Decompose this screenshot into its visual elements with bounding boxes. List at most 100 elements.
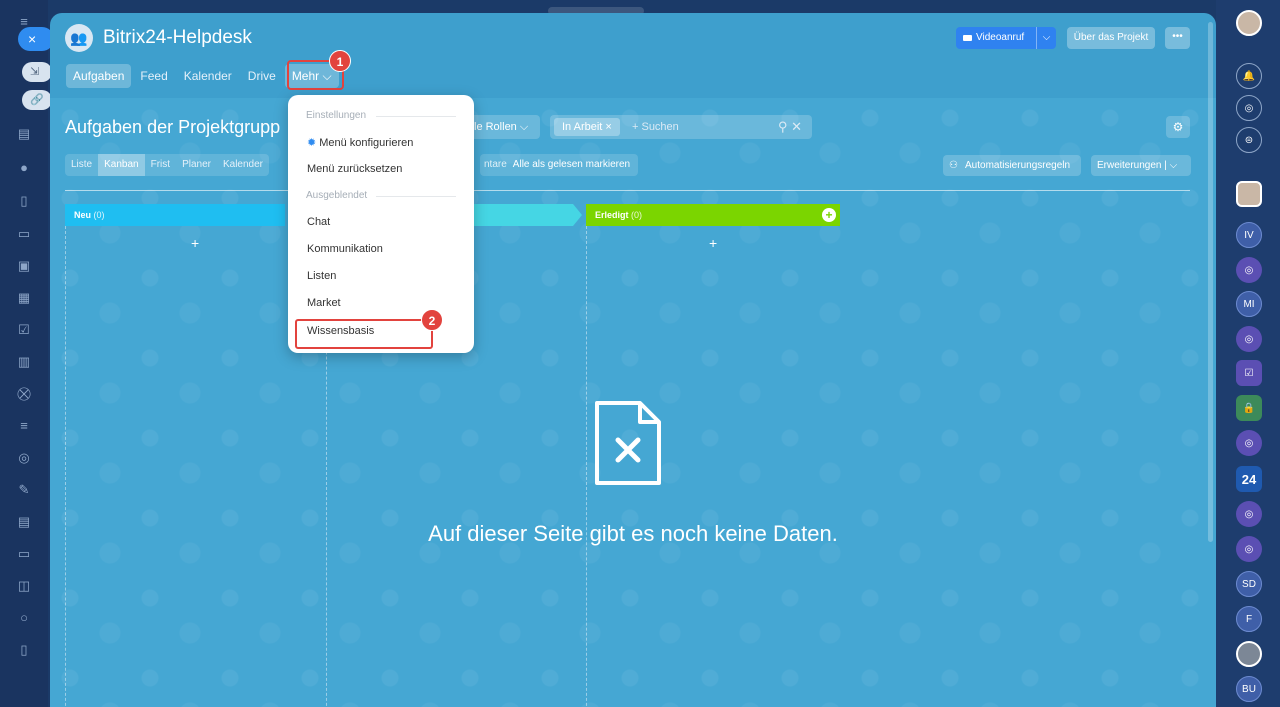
menu-item-listen[interactable]: Listen	[307, 270, 336, 282]
search-placeholder: + Suchen	[632, 121, 679, 133]
add-task-icon[interactable]: +	[709, 235, 717, 251]
menu-configure-label: Menü konfigurieren	[319, 137, 414, 149]
chat-group-icon[interactable]: ◎	[1236, 430, 1262, 456]
right-sidebar: 🔔 ◎ ⊜ IV ◎ MI ◎ ☑ 🔒 ◎ 24 ◎ ◎ SD F BU	[1216, 0, 1280, 707]
kanban-column-erledigt[interactable]: Erledigt (0) +	[586, 204, 840, 226]
automation-rules-button[interactable]: ⚇ Automatisierungsregeln	[943, 155, 1081, 176]
drive-icon[interactable]: ▭	[16, 226, 32, 242]
menu-item-chat[interactable]: Chat	[307, 216, 330, 228]
chat-avatar-iv[interactable]: IV	[1236, 222, 1262, 248]
funnel-icon[interactable]: ≡	[16, 418, 32, 434]
video-call-button[interactable]: Videoanruf ⌵	[956, 27, 1056, 49]
tab-drive[interactable]: Drive	[241, 64, 283, 88]
chat-group-icon[interactable]: ◎	[1236, 257, 1262, 283]
column-divider	[65, 226, 66, 707]
chat-group-icon[interactable]: ◎	[1236, 501, 1262, 527]
chart-icon[interactable]: ▥	[16, 354, 32, 370]
circle-icon[interactable]: ○	[16, 610, 32, 626]
empty-document-icon	[595, 401, 661, 485]
screen-icon[interactable]: ▣	[16, 258, 32, 274]
settings-gear-icon[interactable]: ⚙	[1166, 116, 1190, 138]
tab-feed[interactable]: Feed	[133, 64, 174, 88]
extensions-button[interactable]: Erweiterungen | ⌵	[1091, 155, 1191, 176]
search-input[interactable]: In Arbeit × + Suchen ⚲ ✕	[550, 115, 812, 139]
chat-avatar-mi[interactable]: MI	[1236, 291, 1262, 317]
chat-group-icon[interactable]: ◎	[1236, 536, 1262, 562]
view-liste[interactable]: Liste	[65, 154, 98, 176]
gear-icon: ✹	[307, 137, 317, 149]
lock-icon[interactable]: 🔒	[1236, 395, 1262, 421]
monitor-icon[interactable]: ▭	[16, 546, 32, 562]
bitrix24-icon[interactable]: 24	[1236, 466, 1262, 492]
group-icon[interactable]: ●	[16, 160, 32, 176]
chat-avatar-active[interactable]	[1236, 181, 1262, 207]
kanban-column-in-progress[interactable]	[470, 204, 582, 226]
callout-highlight-wissensbasis	[295, 319, 433, 349]
view-switcher: Liste Kanban Frist Planer Kalender	[65, 154, 269, 176]
more-options-button[interactable]: •••	[1165, 27, 1190, 49]
kanban-column-neu[interactable]: Neu (0)	[65, 204, 285, 226]
chat-group-icon[interactable]: ◎	[1236, 326, 1262, 352]
calendar-icon[interactable]: ▦	[16, 290, 32, 306]
callout-badge-1: 1	[329, 50, 351, 72]
chat-avatar-f[interactable]: F	[1236, 606, 1262, 632]
separator	[376, 196, 456, 197]
group-avatar-icon: 👥	[65, 24, 93, 52]
tasks-icon[interactable]: ☑	[16, 322, 32, 338]
search-clear-icon[interactable]: ⚲ ✕	[778, 115, 802, 139]
chat-avatar[interactable]	[1236, 641, 1262, 667]
copy-link-button[interactable]: 🔗	[22, 90, 52, 110]
scrollbar[interactable]	[1208, 22, 1213, 542]
separator	[376, 116, 456, 117]
automation-label: Automatisierungsregeln	[965, 160, 1071, 171]
view-frist[interactable]: Frist	[145, 154, 176, 176]
tab-aufgaben[interactable]: Aufgaben	[66, 64, 132, 88]
briefcase-icon[interactable]: ▤	[16, 514, 32, 530]
mark-all-read-button[interactable]: ntare Alle als gelesen markieren	[480, 154, 639, 176]
robot-icon[interactable]: ◫	[16, 578, 32, 594]
menu-item-market[interactable]: Market	[307, 297, 341, 309]
camera-icon	[963, 35, 972, 41]
column-count: (0)	[631, 210, 643, 220]
open-new-window-button[interactable]: ⇲	[22, 62, 52, 82]
page-title: Aufgaben der Projektgrupp	[65, 117, 281, 137]
chat-avatar-bu[interactable]: BU	[1236, 676, 1262, 702]
cart-icon[interactable]: ⛒	[16, 386, 32, 402]
tasks-chat-icon[interactable]: ☑	[1236, 360, 1262, 386]
menu-item-kommunikation[interactable]: Kommunikation	[307, 243, 383, 255]
add-task-icon[interactable]: +	[191, 235, 199, 251]
project-panel: 👥 Bitrix24-Helpdesk Videoanruf ⌵ Über da…	[50, 13, 1216, 707]
more-dropdown-menu: Einstellungen ✹ Menü konfigurieren Menü z…	[288, 95, 474, 353]
copilot-icon[interactable]: ◎	[1236, 95, 1262, 121]
sheet-icon[interactable]: ▯	[16, 642, 32, 658]
filter-chip[interactable]: In Arbeit ×	[554, 118, 620, 136]
empty-state-text: Auf dieser Seite gibt es noch keine Date…	[428, 521, 838, 546]
bell-icon[interactable]: 🔔	[1236, 63, 1262, 89]
search-chat-icon[interactable]: ⊜	[1236, 127, 1262, 153]
view-kalender[interactable]: Kalender	[217, 154, 269, 176]
pen-icon[interactable]: ✎	[16, 482, 32, 498]
about-project-button[interactable]: Über das Projekt	[1067, 27, 1155, 49]
section-hidden: Ausgeblendet	[306, 190, 368, 201]
view-kanban[interactable]: Kanban	[98, 154, 145, 176]
chat-avatar-sd[interactable]: SD	[1236, 571, 1262, 597]
column-count: (0)	[93, 210, 105, 220]
user-avatar[interactable]	[1236, 10, 1262, 36]
close-slider-button[interactable]: ×	[18, 27, 54, 51]
chevron-down-icon[interactable]: ⌵	[1036, 27, 1056, 49]
add-column-icon[interactable]: +	[822, 208, 836, 222]
tab-kalender[interactable]: Kalender	[177, 64, 239, 88]
section-settings: Einstellungen	[306, 110, 367, 121]
column-title: Erledigt	[595, 210, 629, 220]
menu-item-reset[interactable]: Menü zurücksetzen	[307, 163, 402, 175]
column-divider	[586, 226, 587, 707]
mark-read-label: Alle als gelesen markieren	[512, 159, 631, 170]
callout-badge-2: 2	[421, 309, 443, 331]
project-title: Bitrix24-Helpdesk	[103, 27, 252, 48]
file-icon[interactable]: ▯	[16, 193, 32, 209]
view-planer[interactable]: Planer	[176, 154, 217, 176]
target-icon[interactable]: ◎	[16, 450, 32, 466]
toolbar-divider	[65, 190, 1190, 191]
menu-item-configure[interactable]: ✹ Menü konfigurieren	[307, 136, 413, 149]
document-icon[interactable]: ▤	[16, 126, 32, 142]
